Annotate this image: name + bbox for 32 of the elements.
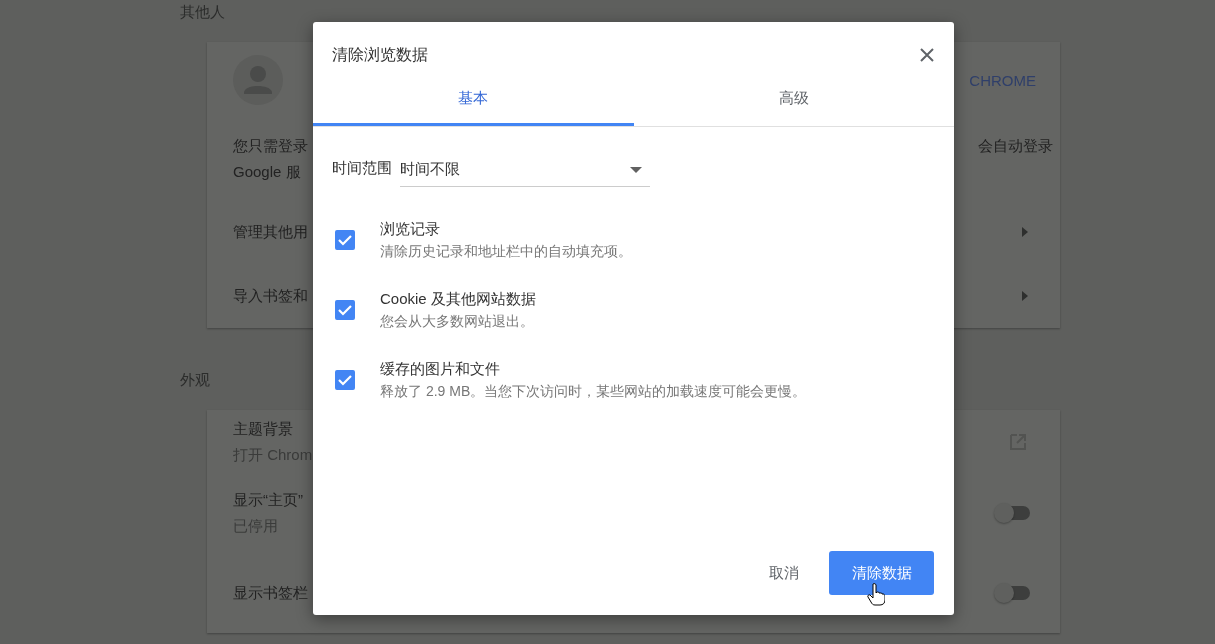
- toggle-switch[interactable]: [996, 586, 1030, 600]
- chevron-right-icon: [1022, 291, 1028, 301]
- option-description: 释放了 2.9 MB。当您下次访问时，某些网站的加载速度可能会更慢。: [380, 382, 807, 401]
- option-title: 缓存的图片和文件: [380, 359, 501, 379]
- setting-label: 显示“主页”: [233, 490, 303, 510]
- avatar-icon: [233, 55, 283, 105]
- dropdown-caret-icon: [630, 166, 642, 173]
- close-button[interactable]: [918, 46, 936, 64]
- checkbox[interactable]: [335, 230, 355, 250]
- description-text: 您只需登录: [233, 136, 308, 156]
- tab[interactable]: 基本: [313, 74, 634, 126]
- setting-label: 显示书签栏: [233, 583, 308, 603]
- tab[interactable]: 高级: [633, 74, 954, 126]
- description-text: 会自动登录: [978, 136, 1053, 156]
- chevron-right-icon: [1022, 227, 1028, 237]
- option-title: 浏览记录: [380, 219, 441, 239]
- option-title: Cookie 及其他网站数据: [380, 289, 536, 309]
- option-description: 清除历史记录和地址栏中的自动填充项。: [380, 242, 632, 261]
- description-text: Google 服: [233, 162, 302, 182]
- setting-label: 主题背景: [233, 418, 294, 439]
- option-description: 您会从大多数网站退出。: [380, 312, 535, 331]
- setting-label[interactable]: 导入书签和: [233, 286, 308, 306]
- checkbox[interactable]: [335, 370, 355, 390]
- clear-data-button[interactable]: 清除数据: [829, 551, 934, 595]
- dialog-title: 清除浏览数据: [332, 44, 428, 65]
- close-icon: [920, 48, 934, 62]
- field-label: 时间范围: [332, 158, 392, 178]
- time-range-dropdown[interactable]: 时间不限: [400, 153, 650, 187]
- cancel-button[interactable]: 取消: [755, 551, 813, 595]
- hand-cursor-icon: [867, 582, 885, 606]
- toggle-switch[interactable]: [996, 506, 1030, 520]
- checkbox[interactable]: [335, 300, 355, 320]
